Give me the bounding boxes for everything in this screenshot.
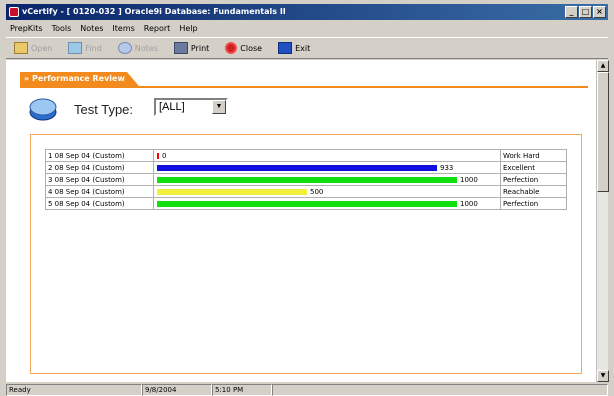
minimize-button[interactable]: _ <box>565 6 578 18</box>
menu-notes[interactable]: Notes <box>80 21 103 36</box>
result-row: 4 08 Sep 04 (Custom) 500 Reachable <box>45 185 567 198</box>
section-divider <box>20 86 588 88</box>
find-button[interactable]: Find <box>64 39 105 57</box>
exit-button[interactable]: Exit <box>274 39 314 57</box>
notes-label: Notes <box>134 43 158 53</box>
result-label: 3 08 Sep 04 (Custom) <box>45 173 154 186</box>
score-value: 933 <box>440 163 454 172</box>
menu-report[interactable]: Report <box>144 21 171 36</box>
close-window-button[interactable]: × <box>593 6 606 18</box>
result-rating: Work Hard <box>500 149 567 162</box>
menu-help[interactable]: Help <box>179 21 197 36</box>
status-state: Ready <box>6 384 142 396</box>
score-bar <box>157 200 457 207</box>
close-button[interactable]: Close <box>221 39 266 57</box>
score-value: 1000 <box>460 175 478 184</box>
result-label: 4 08 Sep 04 (Custom) <box>45 185 154 198</box>
print-label: Print <box>190 43 210 53</box>
main-content: » Performance Review Test Type: [ALL] ▼ … <box>6 60 596 382</box>
result-label: 1 08 Sep 04 (Custom) <box>45 149 154 162</box>
test-type-label: Test Type: <box>74 102 134 117</box>
score-bar <box>157 188 307 195</box>
result-bar-cell: 0 <box>153 149 501 162</box>
score-value: 500 <box>310 187 324 196</box>
close-circle-icon <box>225 42 238 54</box>
section-title: » Performance Review <box>20 72 139 86</box>
open-button[interactable]: Open <box>10 39 56 57</box>
result-label: 2 08 Sep 04 (Custom) <box>45 161 154 174</box>
result-rating: Reachable <box>500 185 567 198</box>
test-type-select[interactable]: [ALL] ▼ <box>154 98 228 116</box>
printer-icon <box>173 42 188 54</box>
maximize-button[interactable]: □ <box>579 6 592 18</box>
app-logo-icon <box>9 7 19 17</box>
window-controls: _ □ × <box>565 6 606 18</box>
open-folder-icon <box>14 42 28 54</box>
chevron-down-icon[interactable]: ▼ <box>212 100 226 114</box>
result-bar-cell: 933 <box>153 161 501 174</box>
score-value: 1000 <box>460 199 478 208</box>
status-bar: Ready 9/8/2004 5:10 PM <box>6 384 608 396</box>
result-row: 1 08 Sep 04 (Custom) 0 Work Hard <box>45 149 567 162</box>
scroll-thumb[interactable] <box>597 72 609 192</box>
menu-items[interactable]: Items <box>112 21 134 36</box>
result-rating: Perfection <box>500 197 567 210</box>
result-row: 5 08 Sep 04 (Custom) 1000 Perfection <box>45 197 567 210</box>
window-title: vCertify - [ 0120-032 ] Oracle9i Databas… <box>22 7 286 16</box>
app-window: vCertify - [ 0120-032 ] Oracle9i Databas… <box>0 0 614 396</box>
result-bar-cell: 500 <box>153 185 501 198</box>
print-button[interactable]: Print <box>170 39 213 57</box>
test-type-icon <box>29 98 57 121</box>
result-bar-cell: 1000 <box>153 197 501 210</box>
close-label: Close <box>240 43 263 53</box>
scroll-down-icon[interactable]: ▼ <box>597 370 609 382</box>
menu-prepkits[interactable]: PrepKits <box>10 21 43 36</box>
status-time: 5:10 PM <box>212 384 272 396</box>
open-label: Open <box>31 43 53 53</box>
find-label: Find <box>85 43 102 53</box>
score-bar <box>157 152 159 159</box>
exit-door-icon <box>278 42 293 54</box>
exit-label: Exit <box>295 43 311 53</box>
score-bar <box>157 164 437 171</box>
result-row: 3 08 Sep 04 (Custom) 1000 Perfection <box>45 173 567 186</box>
score-bar <box>157 176 457 183</box>
result-rating: Excellent <box>500 161 567 174</box>
result-label: 5 08 Sep 04 (Custom) <box>45 197 154 210</box>
score-value: 0 <box>162 151 167 160</box>
menu-tools[interactable]: Tools <box>52 21 72 36</box>
title-bar: vCertify - [ 0120-032 ] Oracle9i Databas… <box>6 4 608 20</box>
result-row: 2 08 Sep 04 (Custom) 933 Excellent <box>45 161 567 174</box>
result-bar-cell: 1000 <box>153 173 501 186</box>
status-extra <box>272 384 608 396</box>
notes-icon <box>117 42 132 54</box>
results-panel: 1 08 Sep 04 (Custom) 0 Work Hard 2 08 Sep 0… <box>30 134 582 374</box>
find-icon <box>68 42 83 54</box>
menu-bar: PrepKits Tools Notes Items Report Help <box>6 21 608 36</box>
notes-button[interactable]: Notes <box>114 39 162 57</box>
test-type-value: [ALL] <box>159 101 185 113</box>
vertical-scrollbar[interactable]: ▲ ▼ <box>596 60 609 382</box>
status-date: 9/8/2004 <box>142 384 212 396</box>
results-table: 1 08 Sep 04 (Custom) 0 Work Hard 2 08 Sep 0… <box>45 149 567 210</box>
toolbar: Open Find Notes Print Close Exit <box>6 37 608 59</box>
result-rating: Perfection <box>500 173 567 186</box>
scroll-up-icon[interactable]: ▲ <box>597 60 609 72</box>
